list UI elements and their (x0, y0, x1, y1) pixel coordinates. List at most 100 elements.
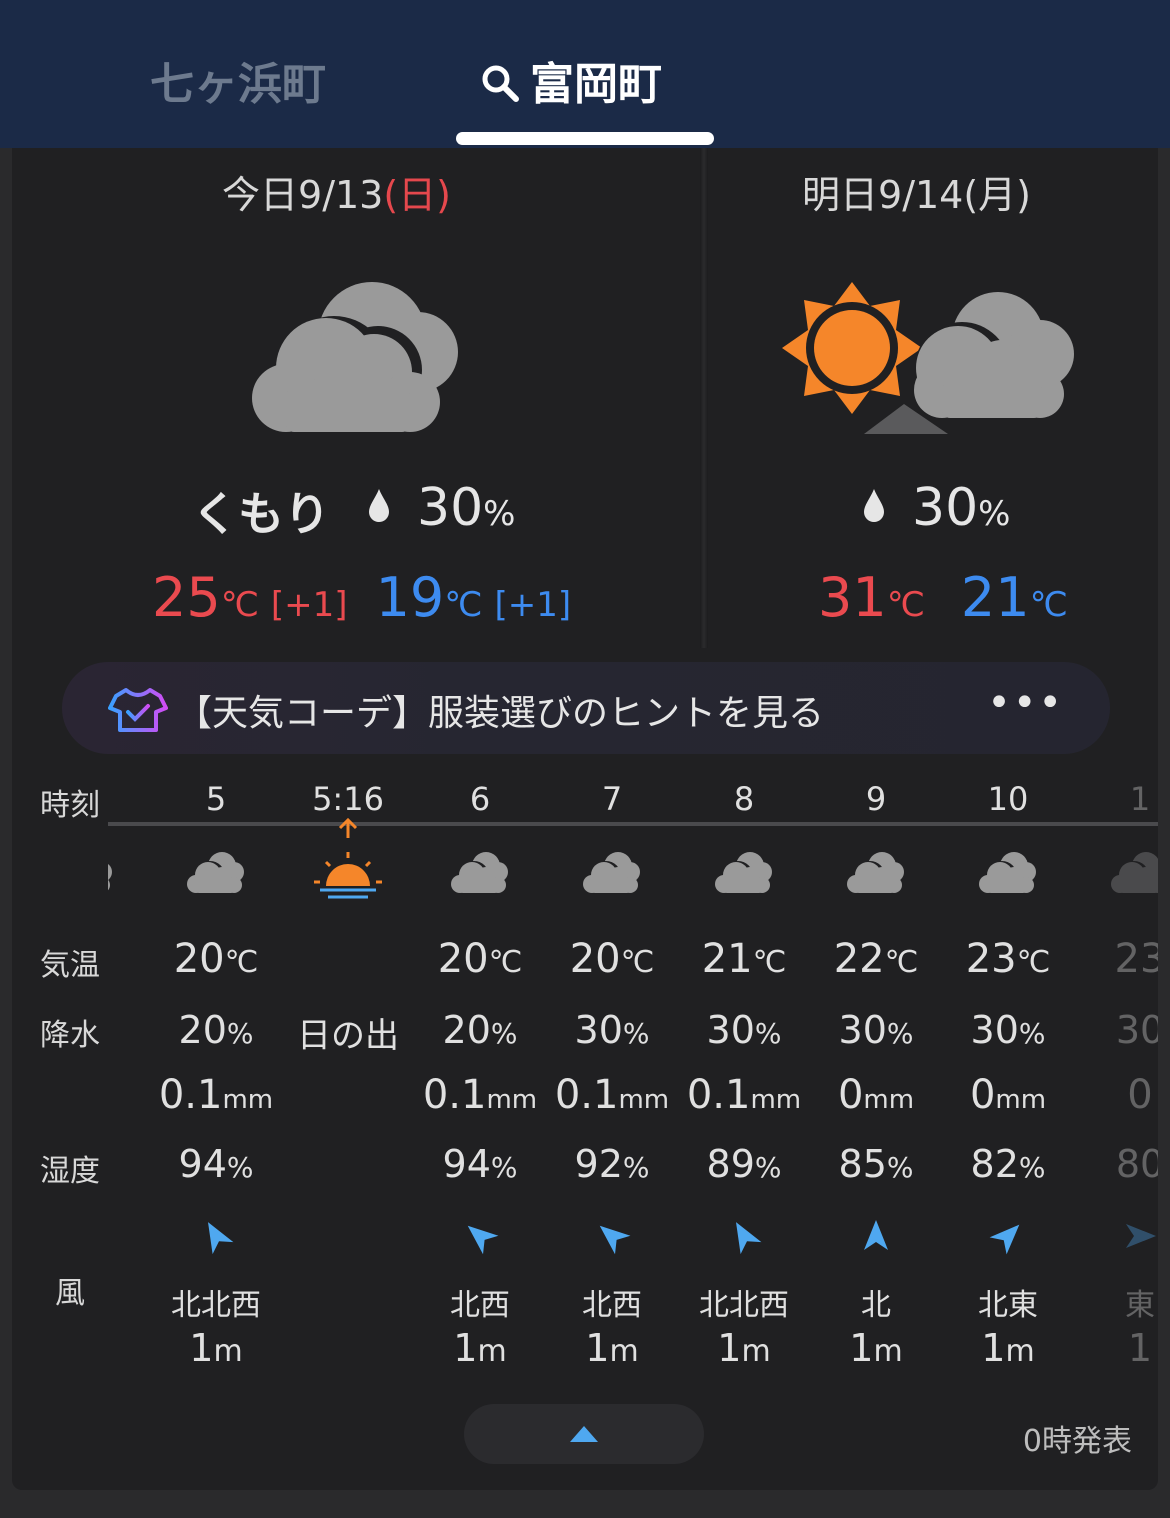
hour-precip: mm (108, 1072, 150, 1118)
hour-precip: 0.1mm (158, 1072, 274, 1118)
hour-wind-speed: 1m (717, 1326, 771, 1370)
active-tab-indicator (456, 132, 714, 145)
collapse-button[interactable] (464, 1404, 704, 1464)
hour-precip: 0.1mm (686, 1072, 802, 1118)
hourly-column: 10 23℃ 30% 0mm 82% 北東 1m (942, 760, 1074, 1380)
sunrise-label: 日の出 (297, 1016, 399, 1056)
hour-wind-direction: 北 (861, 1288, 891, 1323)
hour-time: 5 (205, 780, 227, 818)
hour-time: 7 (601, 780, 623, 818)
location-tab-bar: 七ヶ浜町 富岡町 (0, 0, 1170, 148)
today-weekday: (日) (383, 173, 452, 217)
today-date: 9/13 (298, 173, 384, 217)
cloudy-icon (847, 852, 904, 893)
wind-direction-arrow-icon (467, 1225, 499, 1255)
hour-precip: 0mm (969, 1072, 1047, 1118)
hour-pop: 30% (970, 1008, 1046, 1052)
chevron-up-icon (570, 1426, 598, 1442)
hour-humidity: % (108, 1142, 150, 1186)
hour-temp: 20℃ (569, 936, 655, 982)
hour-wind-direction: 北西 (582, 1288, 642, 1323)
tab-shichigahama[interactable]: 七ヶ浜町 (150, 50, 350, 120)
tomorrow-high: 31℃ (818, 566, 925, 629)
cloudy-icon (108, 864, 112, 891)
wind-direction-arrow-icon (599, 1225, 631, 1255)
hour-pop: 30% (706, 1008, 782, 1052)
cloudy-icon (451, 852, 508, 893)
hour-temp: 22℃ (833, 936, 919, 982)
hourly-row-labels: 時刻 気温 降水 湿度 風 (12, 760, 108, 1380)
sunny-then-cloudy-icon (782, 282, 1074, 434)
hourly-column: C% mm% 西n (108, 760, 150, 1380)
today-temps: 25℃ [+1] 19℃ [+1] (152, 566, 599, 629)
hour-wind-speed: 1m (849, 1326, 903, 1370)
hourly-column: 5:16 日の出 (282, 760, 414, 1380)
hour-pop: 30% (838, 1008, 914, 1052)
wind-direction-arrow-icon (736, 1222, 762, 1255)
hour-wind-direction: 北北西 (171, 1288, 261, 1323)
hour-time: 5:16 (312, 780, 384, 818)
hourly-column: 8 21℃ 30% 0.1mm 89% 北北西 1m (678, 760, 810, 1380)
today-title: 今日9/13(日) (222, 164, 451, 219)
hour-humidity: 82% (970, 1142, 1046, 1186)
hour-wind-speed: 1m (453, 1326, 507, 1370)
hour-pop: 30% (574, 1008, 650, 1052)
hour-precip: 0 (1127, 1072, 1153, 1118)
hour-pop: 30 (1115, 1008, 1158, 1052)
outfit-hint-banner[interactable]: 【天気コーデ】服装選びのヒントを見る ••• (62, 662, 1110, 754)
tomorrow-title: 明日9/14(月) (802, 164, 1031, 219)
issued-time: 0時発表 (1022, 1424, 1132, 1459)
hour-humidity: 94% (178, 1142, 254, 1186)
hour-humidity: 94% (442, 1142, 518, 1186)
hour-time: 9 (865, 780, 887, 818)
shirt-check-icon (108, 688, 168, 732)
search-icon (482, 65, 519, 102)
tomorrow-pop-value: 30 (912, 478, 979, 538)
hourly-forecast-scroller[interactable]: C%mm%西n520℃20%0.1mm94%北北西1m5:16日の出620℃20… (108, 760, 1158, 1380)
hour-temp: 20℃ (437, 936, 523, 982)
hour-temp: C (108, 936, 150, 982)
tomorrow-low: 21℃ (960, 566, 1068, 629)
wind-direction-arrow-icon (1126, 1224, 1156, 1248)
raindrop-icon (864, 489, 884, 522)
more-options-button[interactable]: ••• (987, 680, 1064, 726)
tomorrow-temps: 31℃ 21℃ (818, 566, 1068, 629)
sunrise-icon (314, 817, 382, 899)
today-pop-value: 30 (417, 478, 484, 538)
hour-temp: 23 (1114, 936, 1158, 982)
raindrop-icon (369, 489, 389, 522)
wind-direction-arrow-icon (989, 1224, 1020, 1255)
hour-time: 10 (987, 780, 1029, 818)
hour-humidity: 89% (706, 1142, 782, 1186)
label-precip: 降水 (40, 1018, 100, 1053)
hour-time: 8 (733, 780, 755, 818)
hour-humidity: 92% (574, 1142, 650, 1186)
tomorrow-date: 9/14 (878, 173, 964, 217)
hour-wind-speed: 1 (1127, 1326, 1153, 1370)
hourly-column: 1 23 30 0 80 東 1 (1074, 760, 1158, 1380)
today-low: 19℃ [+1] (375, 566, 572, 629)
hour-pop: % (108, 1008, 150, 1052)
tab-tomioka-label: 富岡町 (530, 59, 662, 110)
day-divider (700, 148, 708, 648)
wind-direction-arrow-icon (208, 1222, 234, 1255)
hour-wind-speed: 1m (585, 1326, 639, 1370)
hour-wind-direction: 北東 (978, 1288, 1038, 1323)
hourly-column: 5 20℃ 20% 0.1mm 94% 北北西 1m (150, 760, 282, 1380)
hour-pop: 20% (442, 1008, 518, 1052)
tab-tomioka[interactable]: 富岡町 (480, 50, 720, 120)
hour-wind-direction: 北西 (450, 1288, 510, 1323)
tomorrow-label: 明日 (802, 173, 879, 217)
cloudy-icon (252, 282, 458, 432)
tomorrow-pop-unit: % (978, 494, 1011, 534)
cloudy-icon (979, 852, 1036, 893)
hour-precip: 0.1mm (554, 1072, 670, 1118)
hour-wind-speed: 1m (189, 1326, 243, 1370)
hour-temp: 23℃ (965, 936, 1051, 982)
today-high: 25℃ [+1] (152, 566, 348, 629)
today-condition: くもり (192, 487, 330, 541)
today-pop: 30% (367, 478, 515, 538)
hourly-column: 6 20℃ 20% 0.1mm 94% 北西 1m (414, 760, 546, 1380)
hour-wind-speed: 1m (981, 1326, 1035, 1370)
hour-precip: 0mm (837, 1072, 915, 1118)
